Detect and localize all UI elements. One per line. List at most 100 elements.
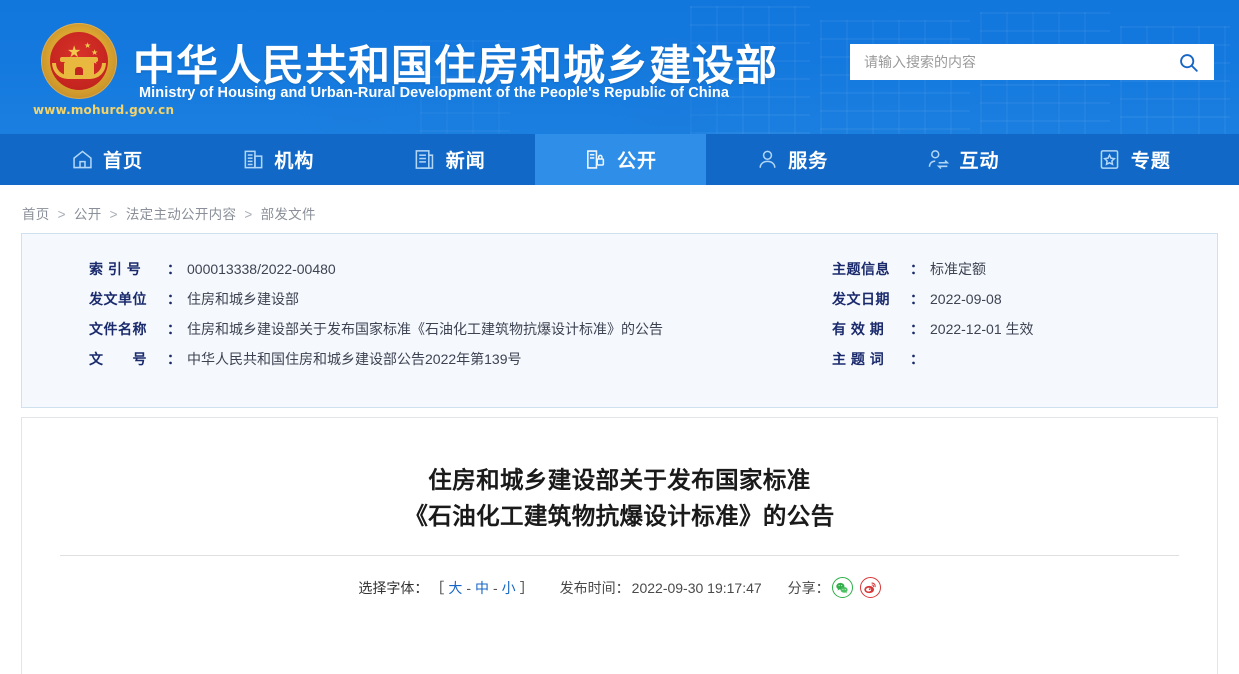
nav-label-organization: 机构 [274, 151, 315, 172]
metadata-value-document-number: 中华人民共和国住房和城乡建设部公告2022年第139号 [187, 351, 522, 367]
page-body: 首页 > 公开 > 法定主动公开内容 > 部发文件 索 引 号 ： 000013… [0, 185, 1239, 674]
nav-item-interaction[interactable]: 互动 [877, 134, 1048, 185]
metadata-label-issue-date: 发文日期 [832, 291, 890, 307]
emblem-inner: ★ ★ ★ ★ ★ [50, 32, 108, 90]
metadata-label-index-number: 索 引 号 [89, 261, 142, 277]
metadata-label-file-name: 文件名称 [89, 321, 147, 337]
font-size-small-button[interactable]: 小 [500, 578, 518, 598]
font-size-label: 选择字体： [358, 579, 429, 596]
metadata-value-subject-info: 标准定额 [930, 261, 986, 277]
share-icons [831, 577, 881, 598]
metadata-label-subject-info: 主题信息 [832, 261, 890, 277]
metadata-value-file-name: 住房和城乡建设部关于发布国家标准《石油化工建筑物抗爆设计标准》的公告 [187, 321, 663, 337]
share-group: 分享： [788, 577, 881, 598]
share-label: 分享： [787, 579, 830, 596]
metadata-colon-5: ： [910, 261, 924, 277]
emblem-star-2: ★ [91, 48, 99, 57]
nav-items-container: 首页 机构 新闻 公开 服务 互动 专题 [21, 134, 1220, 185]
bracket-open: ［ [430, 579, 445, 596]
metadata-value-index-number: 000013338/2022-00480 [187, 261, 336, 277]
page-title-line-2: 《石油化工建筑物抗爆设计标准》的公告 [404, 503, 835, 529]
service-person-icon [755, 148, 779, 172]
emblem-wheat-ears [52, 63, 106, 79]
nav-item-disclosure[interactable]: 公开 [534, 134, 707, 185]
news-document-icon [413, 148, 437, 172]
metadata-value-issue-date: 2022-09-08 [930, 291, 1002, 307]
nav-item-organization[interactable]: 机构 [192, 134, 363, 185]
font-size-selector: 选择字体： ［ 大 - 中 - 小 ］ [358, 578, 533, 598]
metadata-colon-8: ： [910, 351, 924, 367]
metadata-colon-1: ： [167, 261, 181, 277]
metadata-row-issuing-unit: 发文单位 ： 住房和城乡建设部 [89, 289, 829, 319]
nav-label-news: 新闻 [445, 151, 486, 172]
search-icon [1179, 53, 1198, 72]
publish-time-group: 发布时间： 2022-09-30 19:17:47 [560, 578, 762, 598]
nav-label-home: 首页 [103, 151, 144, 172]
metadata-colon-6: ： [910, 291, 924, 307]
building-icon [241, 148, 265, 172]
nav-item-news[interactable]: 新闻 [364, 134, 535, 185]
metadata-colon-2: ： [167, 291, 181, 307]
site-url: www.mohurd.gov.cn [33, 103, 175, 117]
search-input[interactable] [850, 45, 1162, 79]
article-meta-divider [60, 555, 1179, 556]
nav-item-home[interactable]: 首页 [21, 134, 192, 185]
site-header: ★ ★ ★ ★ ★ www.mohurd.gov.cn 中华人民共和国住房和城乡… [0, 0, 1239, 134]
article-card: 住房和城乡建设部关于发布国家标准 《石油化工建筑物抗爆设计标准》的公告 [21, 417, 1218, 674]
search-box[interactable] [850, 44, 1214, 80]
metadata-colon-7: ： [910, 321, 924, 337]
font-size-large-button[interactable]: 大 [446, 578, 464, 598]
page-title: 住房和城乡建设部关于发布国家标准 《石油化工建筑物抗爆设计标准》的公告 [22, 418, 1217, 534]
breadcrumb-separator-3: > [244, 207, 253, 222]
weibo-share-icon[interactable] [859, 577, 881, 598]
metadata-label-validity-period: 有 效 期 [832, 321, 885, 337]
metadata-value-issuing-unit: 住房和城乡建设部 [187, 291, 299, 307]
metadata-colon-3: ： [167, 321, 181, 337]
site-title: 中华人民共和国住房和城乡建设部 [133, 42, 779, 89]
metadata-row-keywords: 主 题 词 ： [832, 349, 1202, 379]
bracket-close: ］ [519, 579, 534, 596]
breadcrumb-item-ministry-documents[interactable]: 部发文件 [261, 207, 316, 222]
metadata-row-document-number: 文 号 ： 中华人民共和国住房和城乡建设部公告2022年第139号 [89, 349, 829, 379]
open-disclosure-icon [584, 148, 608, 172]
search-button[interactable] [1162, 44, 1214, 80]
nav-label-service: 服务 [788, 151, 829, 172]
national-emblem-icon: ★ ★ ★ ★ ★ [41, 23, 117, 99]
main-navigation: 首页 机构 新闻 公开 服务 互动 专题 [0, 134, 1239, 185]
metadata-row-file-name: 文件名称 ： 住房和城乡建设部关于发布国家标准《石油化工建筑物抗爆设计标准》的公… [89, 319, 829, 349]
font-size-medium-button[interactable]: 中 [473, 578, 491, 598]
publish-time-label: 发布时间： [559, 579, 630, 596]
metadata-right-column: 主题信息 ： 标准定额 发文日期 ： 2022-09-08 有 效 期 ： 20… [832, 259, 1202, 379]
wechat-glyph-icon [836, 582, 848, 593]
breadcrumb: 首页 > 公开 > 法定主动公开内容 > 部发文件 [22, 203, 316, 223]
metadata-row-validity-period: 有 效 期 ： 2022-12-01 生效 [832, 319, 1202, 349]
metadata-label-keywords: 主 题 词 [832, 351, 885, 367]
nav-label-interaction: 互动 [959, 151, 1000, 172]
font-dash-1: - [466, 579, 471, 596]
nav-item-topics[interactable]: 专题 [1049, 134, 1220, 185]
metadata-row-index-number: 索 引 号 ： 000013338/2022-00480 [89, 259, 829, 289]
interaction-exchange-icon [927, 148, 951, 172]
site-subtitle-english: Ministry of Housing and Urban-Rural Deve… [139, 85, 729, 101]
metadata-label-issuing-unit: 发文单位 [89, 291, 147, 307]
nav-label-disclosure: 公开 [616, 151, 657, 172]
wechat-share-icon[interactable] [831, 577, 853, 598]
metadata-value-validity-period: 2022-12-01 生效 [930, 321, 1034, 337]
publish-time-value: 2022-09-30 19:17:47 [631, 579, 762, 596]
document-metadata-card: 索 引 号 ： 000013338/2022-00480 发文单位 ： 住房和城… [21, 233, 1218, 408]
star-topic-icon [1098, 148, 1122, 172]
weibo-glyph-icon [864, 582, 876, 593]
metadata-colon-4: ： [167, 351, 181, 367]
page-title-line-1: 住房和城乡建设部关于发布国家标准 [428, 467, 811, 493]
nav-label-topics: 专题 [1130, 151, 1171, 172]
metadata-left-column: 索 引 号 ： 000013338/2022-00480 发文单位 ： 住房和城… [89, 259, 829, 379]
nav-item-service[interactable]: 服务 [706, 134, 877, 185]
breadcrumb-item-home[interactable]: 首页 [22, 207, 50, 222]
breadcrumb-item-statutory-content[interactable]: 法定主动公开内容 [126, 207, 236, 222]
font-dash-2: - [493, 579, 498, 596]
metadata-label-document-number: 文 号 [89, 351, 147, 367]
breadcrumb-item-disclosure[interactable]: 公开 [74, 207, 102, 222]
breadcrumb-separator-2: > [109, 207, 118, 222]
article-meta-bar: 选择字体： ［ 大 - 中 - 小 ］ 发布时间： 2022-09-30 19:… [0, 577, 1239, 598]
breadcrumb-separator-1: > [57, 207, 66, 222]
